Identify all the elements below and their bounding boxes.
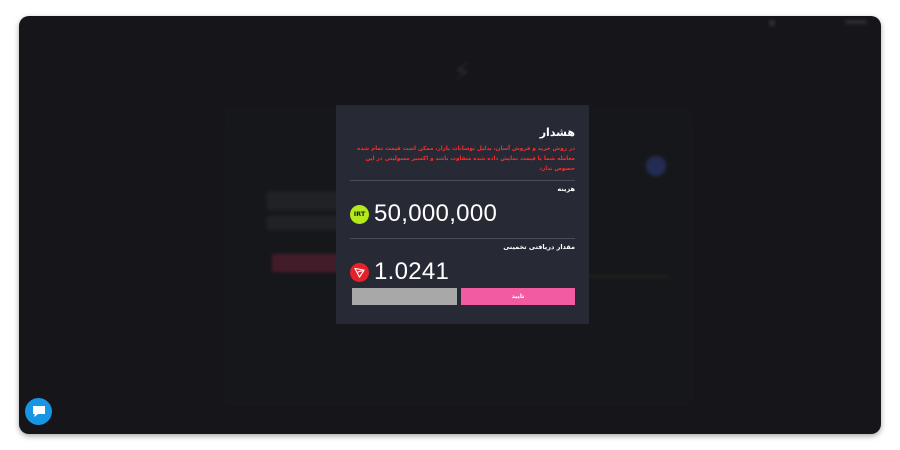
estimate-label: مقدار دریافتی تخمینی	[503, 243, 575, 251]
estimate-amount: 1.0241	[374, 258, 450, 285]
support-chat-button[interactable]	[25, 398, 52, 425]
dialog-buttons: تایید	[352, 288, 575, 305]
dialog-title: هشدار	[539, 126, 575, 139]
confirm-button[interactable]: تایید	[461, 288, 575, 305]
divider	[350, 238, 575, 239]
cancel-button[interactable]	[352, 288, 457, 305]
cost-label: هزینه	[557, 185, 575, 193]
tron-logo-icon	[354, 267, 365, 278]
estimate-row: 1.0241	[350, 257, 575, 287]
warning-dialog: هشدار در روش خرید و فروش آسان، بدلیل نوس…	[336, 105, 589, 324]
divider	[350, 180, 575, 181]
cost-amount: 50,000,000	[374, 200, 498, 227]
tron-icon	[350, 262, 369, 282]
warning-text: در روش خرید و فروش آسان، بدلیل نوسانات ب…	[357, 146, 575, 172]
irt-coin-icon: IRT	[350, 204, 369, 224]
cost-row: IRT 50,000,000	[350, 199, 575, 229]
chat-bubble-icon	[32, 406, 45, 417]
